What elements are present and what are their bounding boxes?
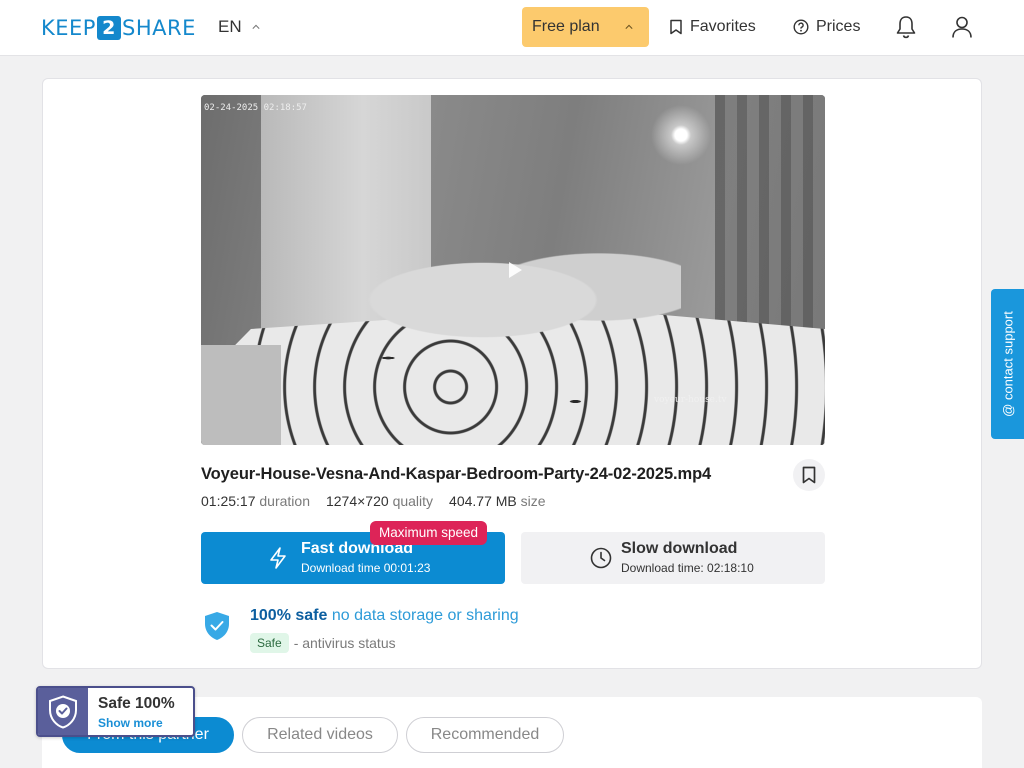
logo-text-keep: KEEP — [41, 16, 96, 40]
antivirus-status: Safe - antivirus status — [250, 633, 396, 653]
prices-label: Prices — [816, 18, 861, 35]
duration-label: duration — [259, 493, 310, 509]
size-label: size — [520, 493, 546, 509]
video-watermark: voyeur-house.tv — [654, 395, 727, 405]
favorites-link[interactable]: Favorites — [669, 14, 756, 40]
video-frame-lamp — [651, 105, 711, 165]
language-selector[interactable]: EN — [218, 16, 260, 38]
lightning-icon — [270, 547, 286, 569]
meta-size: 404.77 MB size — [449, 493, 546, 509]
clock-icon — [590, 547, 612, 569]
tab-recommended[interactable]: Recommended — [406, 717, 564, 753]
file-name: Voyeur-House-Vesna-And-Kaspar-Bedroom-Pa… — [201, 465, 712, 483]
keep2share-logo[interactable]: KEEP 2 SHARE — [41, 16, 196, 40]
duration-value: 01:25:17 — [201, 493, 256, 509]
top-header: KEEP 2 SHARE EN Free plan Favorites Prices — [0, 0, 1024, 56]
add-to-favorites-button[interactable] — [793, 459, 825, 491]
chevron-up-icon — [252, 24, 260, 29]
safe-status-badge: Safe — [250, 633, 289, 653]
bookmark-icon — [670, 19, 682, 35]
play-icon[interactable] — [505, 260, 525, 280]
video-timestamp-overlay: 02-24-2025 02:18:57 — [204, 103, 307, 113]
max-speed-badge: Maximum speed — [370, 521, 488, 545]
safe-badge-icon-box — [38, 688, 88, 735]
fast-download-time: Download time 00:01:23 — [301, 561, 431, 575]
contact-support-tab[interactable]: @ contact support — [991, 289, 1024, 439]
prices-link[interactable]: Prices — [793, 14, 860, 40]
safety-note: no data storage or sharing — [331, 607, 519, 624]
video-frame-subjects — [351, 235, 681, 365]
user-icon — [952, 16, 972, 38]
meta-quality: 1274×720 quality — [326, 493, 433, 509]
free-plan-button[interactable]: Free plan — [522, 7, 649, 47]
language-label: EN — [218, 17, 242, 36]
safe-100-badge[interactable]: Safe 100% Show more — [36, 686, 195, 737]
logo-text-share: SHARE — [121, 16, 196, 40]
slow-download-title: Slow download — [621, 540, 738, 557]
antivirus-status-text: - antivirus status — [293, 635, 396, 651]
video-preview[interactable]: 02-24-2025 02:18:57 voyeur-house.tv — [201, 95, 825, 445]
bookmark-icon — [802, 466, 816, 484]
safety-bold: 100% safe — [250, 607, 328, 624]
file-meta: 01:25:17 duration 1274×720 quality 404.7… — [201, 493, 562, 509]
contact-support-label: @ contact support — [1000, 311, 1015, 417]
logo-text-2: 2 — [96, 16, 121, 40]
shield-check-icon — [49, 694, 77, 729]
quality-label: quality — [392, 493, 434, 509]
slow-download-button[interactable]: Slow download Download time: 02:18:10 — [521, 532, 825, 584]
shield-check-icon — [205, 612, 229, 640]
question-circle-icon — [793, 19, 809, 35]
meta-duration: 01:25:17 duration — [201, 493, 310, 509]
notifications-button[interactable] — [894, 14, 918, 40]
slow-download-time: Download time: 02:18:10 — [621, 561, 754, 575]
chevron-up-icon — [625, 24, 633, 29]
tab-related-videos[interactable]: Related videos — [242, 717, 398, 753]
safe-badge-title: Safe 100% — [98, 695, 175, 712]
file-card: 02-24-2025 02:18:57 voyeur-house.tv Voye… — [42, 78, 982, 669]
safety-headline: 100% safe no data storage or sharing — [250, 607, 519, 625]
safe-badge-show-more[interactable]: Show more — [98, 716, 163, 730]
free-plan-label: Free plan — [532, 18, 600, 35]
video-frame-foreground — [201, 345, 281, 445]
size-value: 404.77 MB — [449, 493, 517, 509]
quality-value: 1274×720 — [325, 493, 389, 509]
bell-icon — [896, 16, 916, 39]
favorites-label: Favorites — [690, 18, 756, 35]
account-button[interactable] — [950, 14, 974, 40]
